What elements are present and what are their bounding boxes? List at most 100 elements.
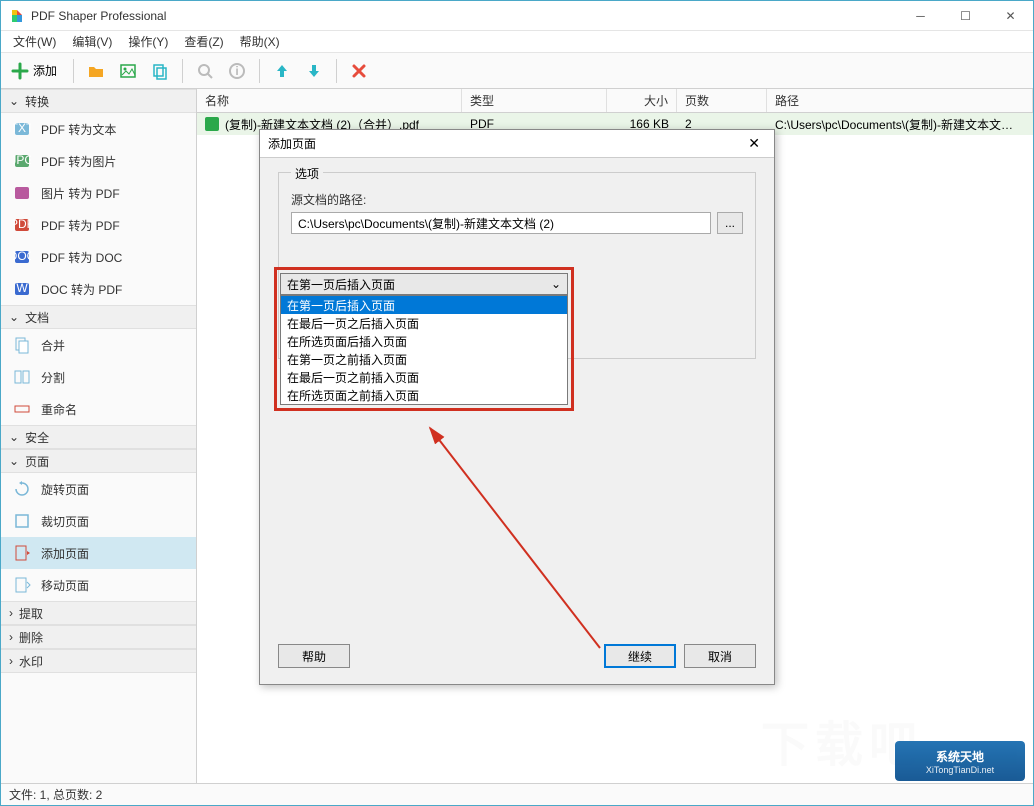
sidebar-item-merge[interactable]: 合并 — [1, 329, 196, 361]
dropdown-option[interactable]: 在最后一页之后插入页面 — [281, 314, 567, 332]
add-button[interactable]: 添加 — [7, 57, 65, 85]
options-legend: 选项 — [291, 165, 323, 182]
select-value: 在第一页后插入页面 — [287, 276, 395, 293]
group-delete[interactable]: ›删除 — [1, 625, 196, 649]
col-path[interactable]: 路径 — [767, 89, 1033, 112]
sidebar-item-rename[interactable]: 重命名 — [1, 393, 196, 425]
dialog-close-button[interactable]: ✕ — [742, 133, 766, 154]
col-size[interactable]: 大小 — [607, 89, 677, 112]
window-maximize-button[interactable]: ☐ — [943, 1, 988, 31]
doc-icon: DOC — [13, 248, 31, 266]
separator — [73, 59, 74, 83]
titlebar: PDF Shaper Professional ─ ☐ ✕ — [1, 1, 1033, 31]
dialog-title: 添加页面 — [268, 135, 316, 152]
plus-icon — [11, 62, 29, 80]
svg-text:JPG: JPG — [13, 153, 31, 167]
group-convert[interactable]: ⌄转换 — [1, 89, 196, 113]
chevron-right-icon: › — [9, 654, 13, 668]
window-minimize-button[interactable]: ─ — [898, 1, 943, 31]
dropdown-option[interactable]: 在所选页面后插入页面 — [281, 332, 567, 350]
help-button[interactable]: 帮助 — [278, 644, 350, 668]
menu-action[interactable]: 操作(Y) — [120, 31, 176, 52]
jpg-icon: JPG — [13, 152, 31, 170]
arrow-down-icon — [305, 62, 323, 80]
col-type[interactable]: 类型 — [462, 89, 607, 112]
group-pages[interactable]: ⌄页面 — [1, 449, 196, 473]
separator — [336, 59, 337, 83]
window-close-button[interactable]: ✕ — [988, 1, 1033, 31]
brand-watermark: 系统天地 XiTongTianDi.net — [895, 741, 1025, 781]
menu-view[interactable]: 查看(Z) — [176, 31, 231, 52]
svg-text:W: W — [16, 281, 28, 295]
insert-position-select[interactable]: 在第一页后插入页面 ⌄ — [280, 273, 568, 295]
image-button[interactable] — [114, 57, 142, 85]
copy-icon — [151, 62, 169, 80]
move-down-button[interactable] — [300, 57, 328, 85]
dialog-buttons: 帮助 继续 取消 — [260, 634, 774, 684]
txt-icon: TXT — [13, 120, 31, 138]
source-path-input[interactable] — [291, 212, 711, 234]
list-header: 名称 类型 大小 页数 路径 — [197, 89, 1033, 113]
cancel-button[interactable]: 取消 — [684, 644, 756, 668]
dropdown-option[interactable]: 在最后一页之前插入页面 — [281, 368, 567, 386]
svg-text:PDF: PDF — [13, 217, 31, 231]
dropdown-option[interactable]: 在所选页面之前插入页面 — [281, 386, 567, 404]
sidebar-item-rotate[interactable]: 旋转页面 — [1, 473, 196, 505]
menu-help[interactable]: 帮助(X) — [232, 31, 288, 52]
sidebar-item-add-pages[interactable]: 添加页面 — [1, 537, 196, 569]
sidebar: ⌄转换 TXTPDF 转为文本 JPGPDF 转为图片 图片 转为 PDF PD… — [1, 89, 197, 783]
col-name[interactable]: 名称 — [197, 89, 462, 112]
sidebar-item-move-pages[interactable]: 移动页面 — [1, 569, 196, 601]
pdf-icon: PDF — [13, 216, 31, 234]
chevron-down-icon: ⌄ — [9, 310, 19, 324]
sidebar-item-pdf-to-image[interactable]: JPGPDF 转为图片 — [1, 145, 196, 177]
chevron-down-icon: ⌄ — [9, 430, 19, 444]
chevron-down-icon: ⌄ — [551, 277, 561, 291]
dropdown-option[interactable]: 在第一页后插入页面 — [281, 296, 567, 314]
sidebar-item-crop[interactable]: 裁切页面 — [1, 505, 196, 537]
sidebar-item-image-to-pdf[interactable]: 图片 转为 PDF — [1, 177, 196, 209]
folder-button[interactable] — [82, 57, 110, 85]
sidebar-item-pdf-to-text[interactable]: TXTPDF 转为文本 — [1, 113, 196, 145]
add-label: 添加 — [33, 62, 57, 79]
group-extract[interactable]: ›提取 — [1, 601, 196, 625]
group-watermark[interactable]: ›水印 — [1, 649, 196, 673]
folder-icon — [87, 62, 105, 80]
menu-file[interactable]: 文件(W) — [5, 31, 64, 52]
sidebar-item-pdf-to-doc[interactable]: DOCPDF 转为 DOC — [1, 241, 196, 273]
continue-button[interactable]: 继续 — [604, 644, 676, 668]
sidebar-item-doc-to-pdf[interactable]: WDOC 转为 PDF — [1, 273, 196, 305]
info-button[interactable]: i — [223, 57, 251, 85]
insert-position-highlight: 在第一页后插入页面 ⌄ 在第一页后插入页面 在最后一页之后插入页面 在所选页面后… — [274, 267, 574, 411]
delete-button[interactable] — [345, 57, 373, 85]
row-path: C:\Users\pc\Documents\(复制)-新建文本文档 ... — [767, 116, 1033, 133]
group-document[interactable]: ⌄文档 — [1, 305, 196, 329]
sidebar-item-pdf-to-pdf[interactable]: PDFPDF 转为 PDF — [1, 209, 196, 241]
chevron-right-icon: › — [9, 606, 13, 620]
add-pages-dialog: 添加页面 ✕ 选项 源文档的路径: ... 在第一页后插入页面 ⌄ 在第一页后插… — [259, 129, 775, 685]
word-icon: W — [13, 280, 31, 298]
copy-button[interactable] — [146, 57, 174, 85]
add-page-icon — [13, 544, 31, 562]
separator — [182, 59, 183, 83]
group-security[interactable]: ⌄安全 — [1, 425, 196, 449]
dialog-titlebar: 添加页面 ✕ — [260, 130, 774, 158]
search-button[interactable] — [191, 57, 219, 85]
image-file-icon — [13, 184, 31, 202]
crop-icon — [13, 512, 31, 530]
separator — [259, 59, 260, 83]
browse-button[interactable]: ... — [717, 212, 743, 234]
col-pages[interactable]: 页数 — [677, 89, 767, 112]
chevron-down-icon: ⌄ — [9, 454, 19, 468]
dialog-body: 选项 源文档的路径: ... 在第一页后插入页面 ⌄ 在第一页后插入页面 在最后… — [260, 158, 774, 634]
chevron-right-icon: › — [9, 630, 13, 644]
dropdown-option[interactable]: 在第一页之前插入页面 — [281, 350, 567, 368]
svg-text:i: i — [235, 64, 238, 78]
sidebar-item-split[interactable]: 分割 — [1, 361, 196, 393]
watermark-brand: 系统天地 — [936, 748, 984, 765]
insert-position-dropdown: 在第一页后插入页面 在最后一页之后插入页面 在所选页面后插入页面 在第一页之前插… — [280, 295, 568, 405]
rename-icon — [13, 400, 31, 418]
menubar: 文件(W) 编辑(V) 操作(Y) 查看(Z) 帮助(X) — [1, 31, 1033, 53]
menu-edit[interactable]: 编辑(V) — [64, 31, 120, 52]
move-up-button[interactable] — [268, 57, 296, 85]
